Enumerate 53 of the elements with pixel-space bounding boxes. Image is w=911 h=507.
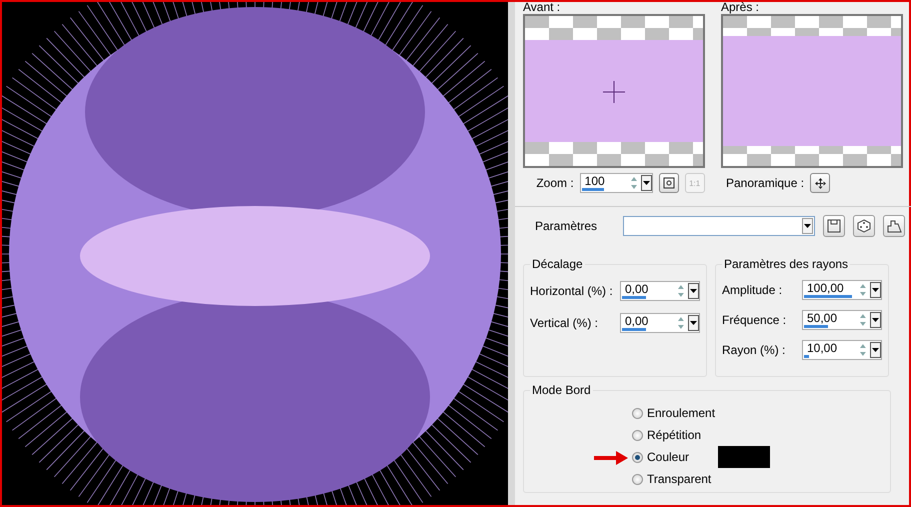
dice-icon: [857, 219, 871, 233]
radio-button[interactable]: [632, 452, 643, 462]
dropdown-button[interactable]: [870, 342, 881, 358]
caret-icon: [872, 288, 880, 292]
caret-icon: [872, 318, 880, 322]
after-preview[interactable]: [721, 14, 903, 168]
randomize-button[interactable]: [853, 215, 875, 237]
field-label: Vertical (%) :: [530, 316, 598, 330]
caret-icon: [804, 224, 811, 228]
option-label[interactable]: Répétition: [647, 428, 702, 442]
reset-button[interactable]: [883, 215, 905, 237]
number-field[interactable]: 50,00: [802, 310, 882, 330]
group-title: Mode Bord: [531, 383, 592, 397]
save-preset-button[interactable]: [823, 215, 845, 237]
field-label: Rayon (%) :: [722, 343, 786, 357]
pan-label: Panoramique :: [726, 176, 804, 190]
field-label: Fréquence :: [722, 313, 786, 327]
caret-icon: [642, 181, 650, 185]
presets-dropdown[interactable]: [623, 216, 815, 236]
number-field[interactable]: 0,00: [620, 313, 700, 333]
radio-button[interactable]: [632, 430, 643, 440]
dropdown-button[interactable]: [688, 283, 699, 299]
option-label[interactable]: Enroulement: [647, 406, 716, 420]
option-label[interactable]: Transparent: [647, 472, 712, 486]
pan-button[interactable]: [810, 173, 830, 193]
dropdown-button[interactable]: [640, 175, 652, 191]
move-icon: [814, 178, 826, 188]
zoom-fit-button[interactable]: [658, 173, 679, 193]
group-title: Décalage: [531, 257, 584, 271]
target-icon: [662, 177, 675, 189]
number-field[interactable]: 100,00: [802, 280, 882, 300]
field-label: Horizontal (%) :: [530, 284, 613, 298]
color-swatch[interactable]: [718, 446, 770, 468]
caret-icon: [872, 348, 880, 352]
dropdown-button[interactable]: [870, 312, 881, 328]
preview-label: Avant :: [523, 0, 562, 14]
zoom-label: Zoom :: [536, 176, 574, 190]
caret-icon: [690, 289, 698, 293]
number-field[interactable]: 10,00: [802, 340, 882, 360]
zoom-field[interactable]: 100: [580, 173, 653, 193]
option-label[interactable]: Couleur: [647, 450, 690, 464]
radio-button[interactable]: [632, 474, 643, 484]
dropdown-button[interactable]: [870, 282, 881, 298]
caret-icon: [690, 321, 698, 325]
group-title: Paramètres des rayons: [723, 257, 850, 271]
radio-button[interactable]: [632, 408, 643, 418]
before-preview[interactable]: [523, 14, 705, 168]
field-label: Amplitude :: [722, 283, 782, 297]
number-field[interactable]: 0,00: [620, 281, 700, 301]
presets-label: Paramètres: [534, 219, 598, 233]
dropdown-button[interactable]: [688, 315, 699, 331]
pointer-arrow-icon: [594, 451, 628, 465]
preview-label: Après :: [721, 0, 760, 14]
